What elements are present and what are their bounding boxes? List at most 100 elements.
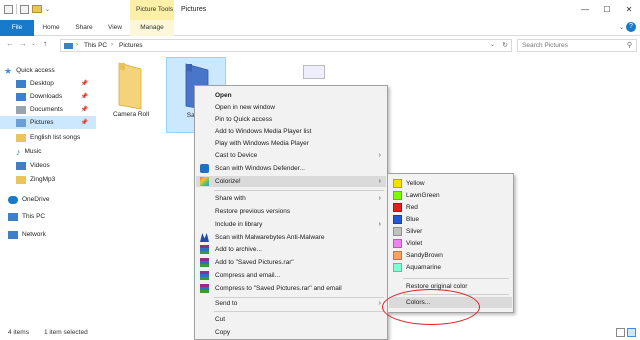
menu-item-colorize[interactable]: Colorize! ›	[196, 176, 386, 187]
sidebar-item-downloads[interactable]: Downloads 📌	[0, 90, 96, 103]
menu-item-compress-email[interactable]: Compress and email...	[196, 270, 386, 281]
sidebar-item-label: Quick access	[16, 67, 55, 74]
tab-manage[interactable]: Manage	[130, 20, 174, 36]
search-icon[interactable]: ⚲	[627, 41, 632, 49]
sidebar-item-pictures[interactable]: Pictures 📌	[0, 116, 96, 129]
winrar-icon	[200, 284, 209, 293]
sidebar-item-label: OneDrive	[22, 196, 50, 203]
menu-item-cut[interactable]: Cut	[196, 314, 386, 325]
large-icons-view-icon[interactable]	[627, 328, 636, 337]
color-item-silver[interactable]: Silver	[389, 226, 512, 237]
sidebar-item-label: Network	[22, 231, 46, 238]
tab-file[interactable]: File	[0, 20, 34, 36]
submenu-arrow-icon: ›	[378, 178, 381, 185]
breadcrumb-pictures[interactable]: Pictures	[119, 42, 142, 49]
menu-item-add-wmp-list[interactable]: Add to Windows Media Player list	[196, 126, 386, 137]
color-swatch-icon	[393, 203, 402, 212]
sidebar-item-documents[interactable]: Documents 📌	[0, 103, 96, 116]
maximize-button[interactable]: ☐	[596, 0, 618, 20]
menu-item-restore-previous[interactable]: Restore previous versions	[196, 206, 386, 217]
up-arrow-icon[interactable]: ↑	[43, 39, 47, 48]
sidebar-item-quick-access[interactable]: ★ Quick access	[0, 64, 96, 77]
sidebar-item-english-list-songs[interactable]: English list songs	[0, 131, 96, 144]
color-label: LawnGreen	[406, 192, 440, 199]
menu-item-label: Scan with Malwarebytes Anti-Malware	[215, 234, 325, 241]
new-folder-icon[interactable]	[32, 5, 42, 13]
tab-view[interactable]: View	[100, 20, 130, 36]
sidebar-item-desktop[interactable]: Desktop 📌	[0, 77, 96, 90]
color-item-blue[interactable]: Blue	[389, 214, 512, 225]
pin-icon[interactable]: 📌	[81, 119, 88, 126]
color-item-red[interactable]: Red	[389, 202, 512, 213]
menu-item-compress-rar-email[interactable]: Compress to "Saved Pictures.rar" and ema…	[196, 283, 386, 294]
tab-home[interactable]: Home	[34, 20, 68, 36]
color-swatch-icon	[393, 263, 402, 272]
colorize-icon	[200, 177, 209, 186]
recent-locations-chevron-icon[interactable]: ⌄	[31, 40, 36, 47]
winrar-icon	[200, 245, 209, 254]
sidebar-item-label: Downloads	[30, 93, 63, 100]
color-item-yellow[interactable]: Yellow	[389, 178, 512, 189]
pin-icon[interactable]: 📌	[81, 106, 88, 113]
menu-item-open[interactable]: Open	[196, 90, 386, 101]
details-view-icon[interactable]	[616, 328, 625, 337]
breadcrumb-separator[interactable]: ›	[111, 42, 113, 48]
sidebar-item-label: ZingMp3	[30, 176, 56, 183]
documents-icon	[16, 105, 26, 114]
color-item-violet[interactable]: Violet	[389, 238, 512, 249]
menu-item-add-archive[interactable]: Add to archive...	[196, 244, 386, 255]
color-label: Silver	[406, 228, 423, 235]
search-input[interactable]	[518, 40, 618, 51]
menu-item-add-to-rar[interactable]: Add to "Saved Pictures.rar"	[196, 257, 386, 268]
menu-item-cast-to-device[interactable]: Cast to Device ›	[196, 150, 386, 161]
color-item-sandybrown[interactable]: SandyBrown	[389, 250, 512, 261]
forward-arrow-icon[interactable]: →	[19, 39, 27, 48]
color-item-aquamarine[interactable]: Aquamarine	[389, 262, 512, 273]
breadcrumb-separator[interactable]: ›	[76, 42, 78, 48]
menu-item-play-wmp[interactable]: Play with Windows Media Player	[196, 138, 386, 149]
annotation-ring	[382, 289, 480, 325]
close-button[interactable]: ✕	[618, 0, 640, 20]
windows-defender-icon	[200, 164, 209, 173]
menu-item-share-with[interactable]: Share with ›	[196, 193, 386, 204]
sidebar-item-this-pc[interactable]: This PC	[0, 210, 96, 223]
sidebar-item-music[interactable]: ♪ Music	[0, 145, 96, 158]
sidebar-item-zingmp3[interactable]: ZingMp3	[0, 173, 96, 186]
expand-ribbon-icon[interactable]: ⌄	[619, 24, 624, 31]
sidebar-item-videos[interactable]: Videos	[0, 159, 96, 172]
menu-item-send-to[interactable]: Send to ›	[196, 298, 386, 309]
customize-toolbar-chevron-icon[interactable]: ⌄	[45, 6, 50, 13]
address-row: ← → ⌄ ↑ › This PC › Pictures ⌄ ↻ ⚲	[0, 37, 640, 53]
selection-count: 1 item selected	[44, 329, 88, 336]
star-icon: ★	[4, 65, 13, 76]
pin-icon[interactable]: 📌	[81, 80, 88, 87]
menu-item-scan-defender[interactable]: Scan with Windows Defender...	[196, 163, 386, 174]
breadcrumb-this-pc[interactable]: This PC	[84, 42, 107, 49]
image-thumbnail[interactable]	[303, 65, 325, 79]
tab-share[interactable]: Share	[68, 20, 100, 36]
pin-icon[interactable]: 📌	[81, 93, 88, 100]
sidebar-item-label: Videos	[30, 162, 50, 169]
menu-item-open-new-window[interactable]: Open in new window	[196, 102, 386, 113]
folder-item-camera-roll[interactable]: Camera Roll	[102, 61, 160, 133]
search-box[interactable]: ⚲	[517, 39, 637, 52]
address-dropdown-icon[interactable]: ⌄	[490, 41, 495, 48]
address-bar[interactable]: › This PC › Pictures ⌄ ↻	[60, 39, 512, 52]
menu-item-pin-quick-access[interactable]: Pin to Quick access	[196, 114, 386, 125]
quick-access-toolbar: ⌄	[4, 4, 50, 14]
window-menu-icon[interactable]	[4, 4, 13, 14]
view-toggle	[616, 328, 636, 337]
refresh-icon[interactable]: ↻	[502, 41, 508, 49]
properties-icon[interactable]	[20, 4, 29, 14]
help-icon[interactable]: ?	[626, 22, 636, 32]
sidebar-item-network[interactable]: Network	[0, 228, 96, 241]
menu-item-label: Send to	[215, 300, 238, 307]
sidebar-item-onedrive[interactable]: OneDrive	[0, 193, 96, 206]
back-arrow-icon[interactable]: ←	[6, 39, 14, 48]
menu-item-copy[interactable]: Copy	[196, 327, 386, 338]
menu-item-scan-malwarebytes[interactable]: Scan with Malwarebytes Anti-Malware	[196, 232, 386, 243]
minimize-button[interactable]: —	[574, 0, 596, 20]
menu-item-include-library[interactable]: Include in library ›	[196, 219, 386, 230]
color-item-lawngreen[interactable]: LawnGreen	[389, 190, 512, 201]
network-icon	[8, 230, 18, 239]
